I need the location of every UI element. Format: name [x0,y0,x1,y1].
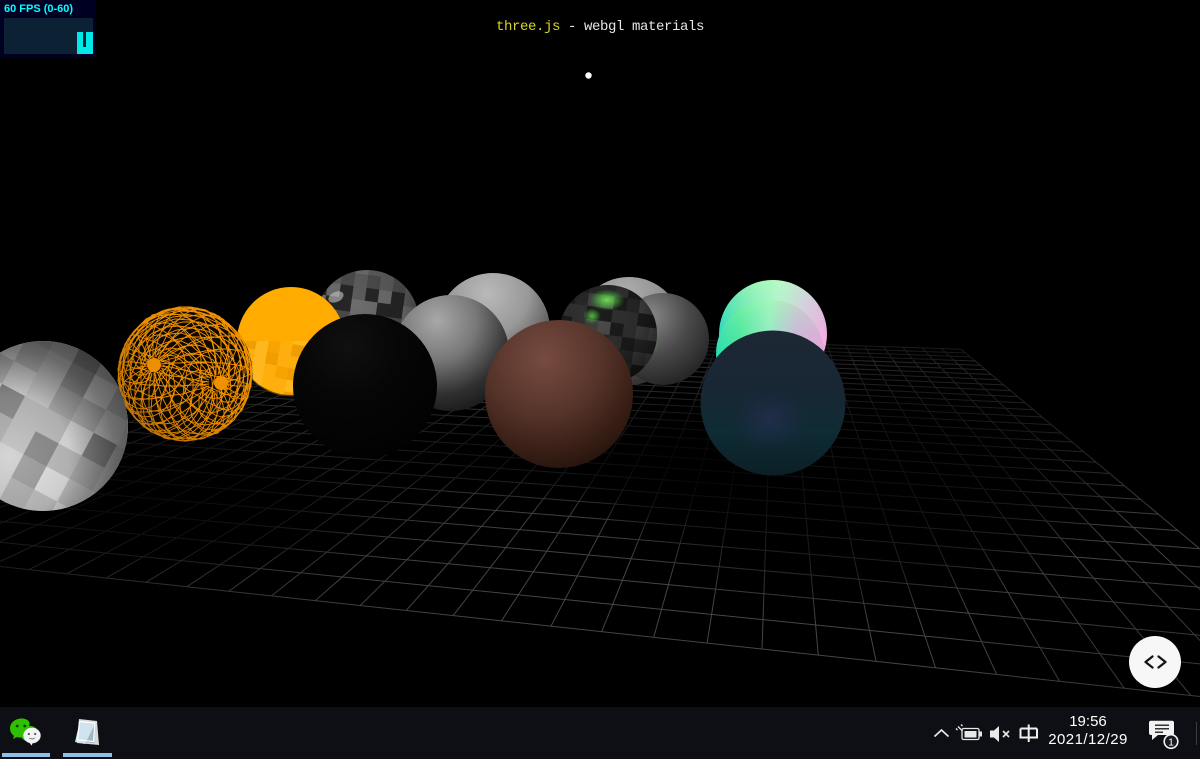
svg-text:1: 1 [1168,738,1174,749]
